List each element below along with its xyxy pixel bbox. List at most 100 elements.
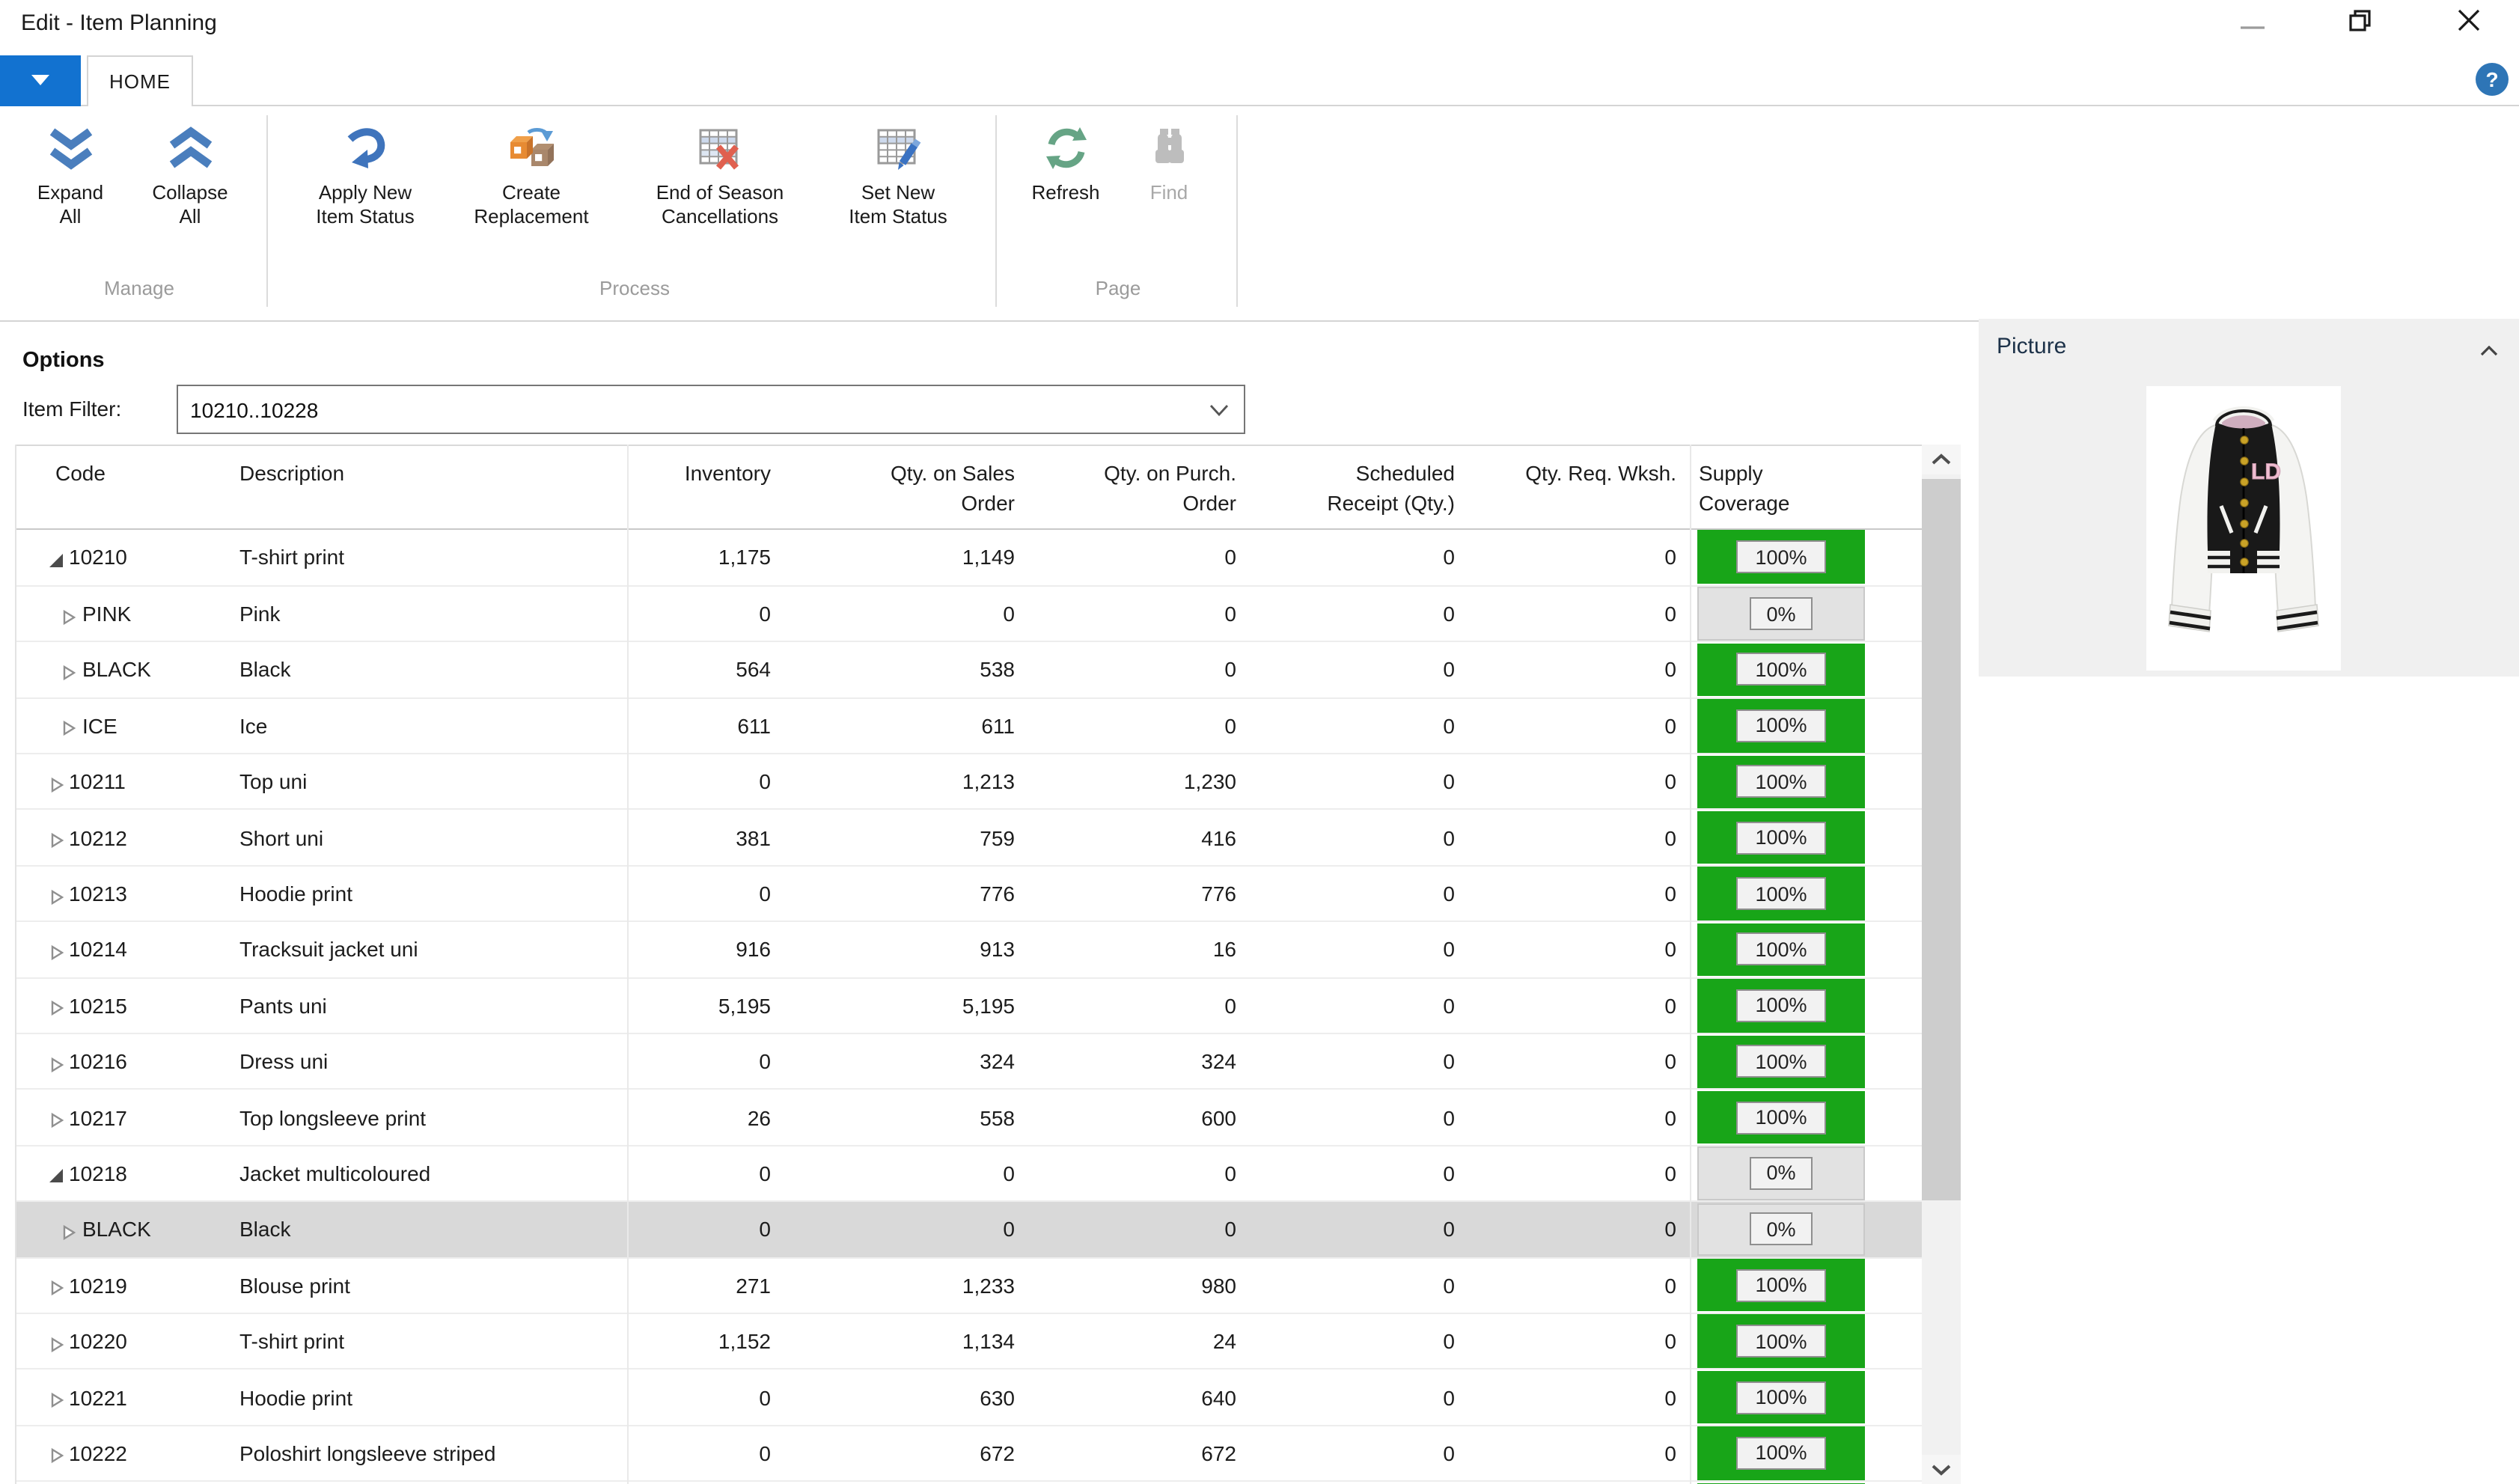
end-of-season-cancellations-button[interactable]: End of Season Cancellations [624, 117, 816, 229]
tree-expanded-icon[interactable] [48, 549, 64, 565]
cell-description: Short uni [239, 825, 323, 849]
chevron-up-icon [2480, 337, 2498, 362]
help-button[interactable]: ? [2476, 63, 2509, 96]
supply-coverage-cell: 100% [1697, 1259, 1865, 1312]
cell-scheduled-receipt: 0 [1443, 1274, 1455, 1298]
table-row[interactable]: 10210T-shirt print1,1751,149000100% [16, 529, 1922, 585]
cell-scheduled-receipt: 0 [1443, 825, 1455, 849]
column-header-scheduled-receipt[interactable]: ScheduledReceipt (Qty.) [1327, 458, 1455, 518]
supply-coverage-badge: 100% [1736, 1269, 1826, 1302]
vertical-scrollbar[interactable] [1922, 445, 1961, 1484]
cell-scheduled-receipt: 0 [1443, 1161, 1455, 1185]
supply-coverage-cell: 100% [1697, 699, 1865, 752]
scroll-down-button[interactable] [1922, 1454, 1961, 1484]
table-row[interactable]: 10214Tracksuit jacket uni9169131600100% [16, 920, 1922, 977]
table-row[interactable]: 10219Blouse print2711,23398000100% [16, 1256, 1922, 1313]
title-bar: Edit - Item Planning [0, 0, 2519, 55]
supply-coverage-cell: 100% [1697, 1371, 1865, 1424]
cell-scheduled-receipt: 0 [1443, 938, 1455, 962]
supply-coverage-badge: 0% [1750, 597, 1813, 630]
table-row[interactable]: 10213Hoodie print077677600100% [16, 865, 1922, 921]
column-header-description[interactable]: Description [239, 458, 344, 488]
column-header-code[interactable]: Code [55, 458, 106, 488]
table-row[interactable]: 10215Pants uni5,1955,195000100% [16, 977, 1922, 1033]
table-row[interactable]: 10220T-shirt print1,1521,1342400100% [16, 1313, 1922, 1369]
tree-collapsed-icon[interactable] [60, 1221, 76, 1238]
tree-collapsed-icon[interactable] [48, 998, 64, 1014]
tab-home[interactable]: HOME [87, 55, 193, 106]
cell-scheduled-receipt: 0 [1443, 1385, 1455, 1409]
cell-qty-req-wksh: 0 [1664, 1218, 1676, 1242]
tree-collapsed-icon[interactable] [48, 885, 64, 902]
tab-home-label: HOME [109, 70, 171, 93]
cell-scheduled-receipt: 0 [1443, 602, 1455, 626]
tree-collapsed-icon[interactable] [48, 1445, 64, 1462]
cell-inventory: 0 [759, 770, 771, 794]
tree-collapsed-icon[interactable] [48, 1109, 64, 1126]
column-header-inventory[interactable]: Inventory [685, 458, 771, 488]
tree-collapsed-icon[interactable] [48, 941, 64, 958]
minimize-button[interactable] [2218, 0, 2287, 48]
chevron-down-icon[interactable] [1209, 403, 1229, 415]
supply-coverage-cell: 0% [1697, 1203, 1865, 1256]
table-row[interactable]: 10216Dress uni032432400100% [16, 1033, 1922, 1089]
set-new-item-status-button[interactable]: Set New Item Status [820, 117, 976, 229]
table-row[interactable]: BLACKBlack564538000100% [16, 641, 1922, 697]
table-row[interactable]: 10212Short uni38175941600100% [16, 809, 1922, 865]
tree-collapsed-icon[interactable] [48, 1053, 64, 1069]
scrollbar-thumb[interactable] [1922, 479, 1961, 1200]
cell-qty-on-sales-order: 0 [1003, 602, 1015, 626]
cell-qty-on-purch-order: 324 [1201, 1049, 1236, 1073]
cell-code: 10220 [69, 1329, 127, 1353]
expand-all-button[interactable]: Expand All [12, 117, 129, 229]
ribbon-group-page-label: Page [1043, 277, 1193, 299]
ribbon-group-manage-label: Manage [64, 277, 214, 299]
set-new-item-status-icon [873, 117, 923, 174]
tree-expanded-icon[interactable] [48, 1165, 64, 1182]
cell-qty-on-purch-order: 980 [1201, 1274, 1236, 1298]
tree-collapsed-icon[interactable] [48, 1333, 64, 1349]
refresh-button[interactable]: Refresh [1010, 117, 1121, 205]
table-row[interactable]: 10221Hoodie print063064000100% [16, 1369, 1922, 1425]
item-filter-input[interactable]: 10210..10228 [177, 385, 1245, 434]
supply-coverage-badge: 100% [1736, 1101, 1826, 1134]
column-header-qty-on-purch-order[interactable]: Qty. on Purch.Order [1104, 458, 1236, 518]
expand-all-icon [46, 117, 95, 174]
table-row[interactable]: 10222Poloshirt longsleeve striped0672672… [16, 1425, 1922, 1481]
tree-collapsed-icon[interactable] [60, 662, 76, 678]
restore-button[interactable] [2326, 0, 2395, 48]
apply-new-item-status-button[interactable]: Apply New Item Status [287, 117, 443, 229]
supply-coverage-cell: 0% [1697, 1147, 1865, 1200]
table-row[interactable]: 10217Top longsleeve print2655860000100% [16, 1089, 1922, 1145]
table-row[interactable]: 10218Jacket multicoloured000000% [16, 1145, 1922, 1201]
application-menu-button[interactable] [0, 55, 81, 106]
column-header-qty-on-sales-order[interactable]: Qty. on SalesOrder [891, 458, 1015, 518]
ribbon-group-separator [266, 115, 268, 307]
cell-description: Ice [239, 714, 267, 738]
table-row[interactable] [16, 1480, 1922, 1484]
create-replacement-button[interactable]: Create Replacement [443, 117, 620, 229]
table-row[interactable]: PINKPink000000% [16, 585, 1922, 641]
options-heading: Options [22, 349, 105, 373]
cell-inventory: 381 [736, 825, 771, 849]
tree-collapsed-icon[interactable] [48, 1389, 64, 1405]
tree-collapsed-icon[interactable] [48, 1277, 64, 1294]
collapse-all-button[interactable]: Collapse All [129, 117, 251, 229]
cell-qty-on-purch-order: 0 [1224, 545, 1236, 569]
scroll-up-button[interactable] [1922, 445, 1961, 474]
minimize-icon [2241, 10, 2265, 37]
table-row[interactable]: BLACKBlack000000% [16, 1200, 1922, 1256]
tree-collapsed-icon[interactable] [60, 605, 76, 622]
table-row[interactable]: 10211Top uni01,2131,23000100% [16, 753, 1922, 809]
apply-new-item-status-label: Apply New [319, 181, 412, 205]
column-header-supply-coverage[interactable]: SupplyCoverage [1699, 458, 1789, 518]
tree-collapsed-icon[interactable] [60, 718, 76, 734]
close-button[interactable] [2434, 0, 2503, 48]
tree-collapsed-icon[interactable] [48, 774, 64, 790]
cell-code: 10210 [69, 545, 127, 569]
tree-collapsed-icon[interactable] [48, 829, 64, 846]
collapse-panel-button[interactable] [2480, 337, 2498, 364]
table-row[interactable]: ICEIce611611000100% [16, 697, 1922, 753]
supply-coverage-badge: 100% [1736, 821, 1826, 854]
column-header-qty-req-wksh[interactable]: Qty. Req. Wksh. [1525, 458, 1676, 488]
